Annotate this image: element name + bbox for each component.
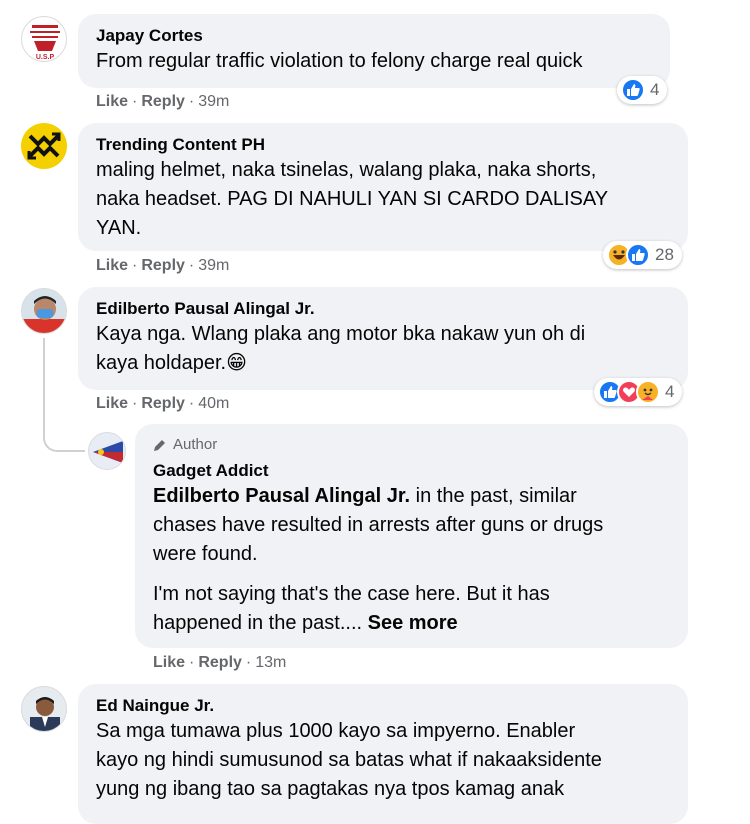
- avatar[interactable]: [21, 123, 67, 169]
- reactions-summary[interactable]: 4: [594, 378, 683, 406]
- comment-text-line: Kaya nga. Wlang plaka ang motor bka naka…: [96, 323, 586, 345]
- reply-link[interactable]: Reply: [141, 395, 185, 412]
- see-more-link[interactable]: See more: [368, 612, 458, 634]
- comment-author[interactable]: Edilberto Pausal Alingal Jr.: [96, 298, 670, 320]
- pencil-icon: [154, 440, 165, 451]
- care-reaction-icon: [636, 380, 660, 404]
- avatar[interactable]: U.S.P: [21, 16, 67, 62]
- comment-bubble: Edilberto Pausal Alingal Jr. Kaya nga. W…: [78, 287, 688, 390]
- comment-author[interactable]: Japay Cortes: [96, 25, 652, 47]
- comment-author[interactable]: Gadget Addict: [153, 460, 670, 482]
- reaction-count: 4: [665, 382, 675, 401]
- avatar[interactable]: [21, 686, 67, 732]
- comment-bubble: Japay Cortes From regular traffic violat…: [78, 14, 670, 88]
- comment-text-line: yung ng ibang tao sa pagtakas nya tpos k…: [96, 778, 565, 800]
- comment-text-line: kayo ng hindi sumusunod sa batas what if…: [96, 749, 602, 771]
- reply-text-fragment: in the past, similar: [410, 485, 577, 507]
- reply-text-line: chases have resulted in arrests after gu…: [153, 514, 604, 536]
- comment-bubble: Ed Naingue Jr. Sa mga tumawa plus 1000 k…: [78, 684, 688, 824]
- avatar-logo-text: U.S.P: [36, 54, 55, 61]
- author-badge-label: Author: [173, 436, 218, 453]
- reply-text-line: happened in the past.... See more: [153, 609, 670, 638]
- reply-text-line: were found.: [153, 543, 258, 565]
- reactions-summary[interactable]: 4: [617, 76, 668, 104]
- reaction-count: 4: [650, 80, 660, 99]
- like-link[interactable]: Like: [153, 654, 185, 671]
- comment-actions: Like · Reply · 39m: [96, 93, 230, 110]
- comment-text: From regular traffic violation to felony…: [96, 50, 583, 72]
- reply-link[interactable]: Reply: [198, 654, 242, 671]
- thread-connector: [43, 420, 85, 452]
- reply-text-line: I'm not saying that's the case here. But…: [153, 583, 550, 605]
- reaction-count: 28: [655, 245, 674, 264]
- avatar[interactable]: [21, 288, 67, 334]
- comment-author[interactable]: Ed Naingue Jr.: [96, 695, 670, 717]
- comment-time[interactable]: 40m: [198, 395, 229, 412]
- comment-text-line: maling helmet, naka tsinelas, walang pla…: [96, 159, 597, 181]
- like-reaction-icon: [621, 78, 645, 102]
- reply-text-fragment: happened in the past....: [153, 612, 368, 634]
- like-link[interactable]: Like: [96, 93, 128, 110]
- comment-time[interactable]: 13m: [255, 654, 286, 671]
- comment-actions: Like · Reply · 40m: [96, 395, 230, 412]
- comment-time[interactable]: 39m: [198, 257, 229, 274]
- reply-bubble: Author Gadget Addict Edilberto Pausal Al…: [135, 424, 688, 648]
- author-badge: Author: [153, 436, 670, 454]
- like-reaction-icon: [626, 243, 650, 267]
- avatar[interactable]: [88, 432, 126, 470]
- reply-link[interactable]: Reply: [141, 93, 185, 110]
- like-link[interactable]: Like: [96, 257, 128, 274]
- comment-text-line: kaya holdaper.😁: [96, 352, 247, 374]
- comment-author[interactable]: Trending Content PH: [96, 134, 670, 156]
- comment-text-line: YAN.: [96, 217, 142, 239]
- like-link[interactable]: Like: [96, 395, 128, 412]
- reactions-summary[interactable]: 28: [603, 241, 682, 269]
- comment-actions: Like · Reply · 39m: [96, 257, 230, 274]
- reply-actions: Like · Reply · 13m: [153, 654, 287, 671]
- comment-bubble: Trending Content PH maling helmet, naka …: [78, 123, 688, 251]
- reply-text-line: Edilberto Pausal Alingal Jr. in the past…: [153, 482, 670, 511]
- mention-link[interactable]: Edilberto Pausal Alingal Jr.: [153, 485, 410, 507]
- reply-link[interactable]: Reply: [141, 257, 185, 274]
- comment-text-line: Sa mga tumawa plus 1000 kayo sa impyerno…: [96, 720, 576, 742]
- trending-logo-icon: [27, 132, 61, 160]
- comment-time[interactable]: 39m: [198, 93, 229, 110]
- comment-text-line: naka headset. PAG DI NAHULI YAN SI CARDO…: [96, 188, 609, 210]
